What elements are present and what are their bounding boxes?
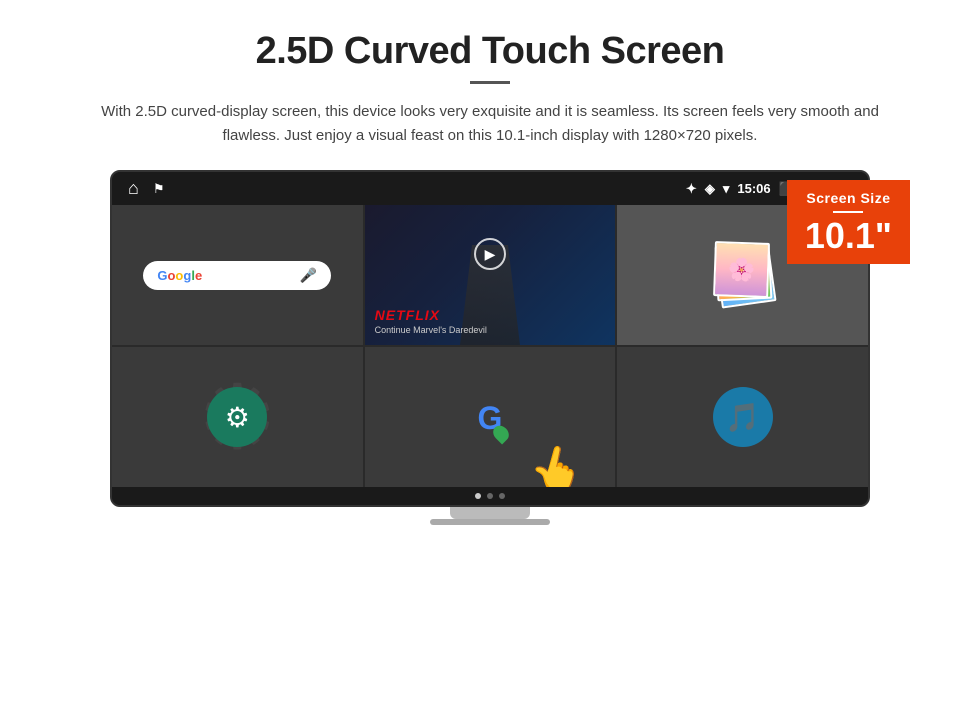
device-frame-wrapper: Screen Size 10.1" ⌂ ⚑ ✦ ◈ ▾ 15:06 ⬛ ◁ ✕ <box>40 170 940 507</box>
netflix-logo: NETFLIX <box>375 307 487 323</box>
page-wrapper: 2.5D Curved Touch Screen With 2.5D curve… <box>0 0 980 545</box>
netflix-info: NETFLIX Continue Marvel's Daredevil <box>375 307 487 335</box>
navigation-dots <box>112 487 868 505</box>
nav-dot-3[interactable] <box>499 493 505 499</box>
photo-card-3: 🌸 <box>713 241 770 298</box>
screen-size-badge: Screen Size 10.1" <box>787 180 910 264</box>
google-app-cell[interactable]: Google 🎤 Google 3 × 1 <box>112 205 363 345</box>
netflix-cell-content: ▶ NETFLIX Continue Marvel's Daredevil <box>365 205 616 345</box>
status-bar-left: ⌂ ⚑ <box>128 178 165 199</box>
hand-pointer-icon: 👆 <box>523 438 591 487</box>
badge-divider <box>833 211 863 213</box>
play-button[interactable]: ▶ <box>474 238 506 270</box>
page-description: With 2.5D curved-display screen, this de… <box>80 100 900 148</box>
settings-cell-content: ⚙ ⚙ <box>112 347 363 487</box>
location-icon: ◈ <box>705 181 715 197</box>
settings-icon: ⚙ <box>207 387 267 447</box>
photo-stack: 🌸 <box>708 240 778 310</box>
device-frame: ⌂ ⚑ ✦ ◈ ▾ 15:06 ⬛ ◁ ✕ ▭ <box>110 170 870 507</box>
device-base <box>430 519 550 525</box>
mic-icon[interactable]: 🎤 <box>300 267 317 284</box>
usb-icon: ⚑ <box>153 181 165 197</box>
nav-dot-1[interactable] <box>475 493 481 499</box>
settings-app-cell[interactable]: ⚙ ⚙ Settings shortcut 1 × 1 <box>112 347 363 487</box>
time-display: 15:06 <box>737 181 770 196</box>
status-bar: ⌂ ⚑ ✦ ◈ ▾ 15:06 ⬛ ◁ ✕ ▭ <box>112 172 868 205</box>
sound-search-content: 🎵 <box>617 347 868 487</box>
app-grid-area: Google 🎤 Google 3 × 1 ▶ <box>112 205 868 487</box>
share-location-cell[interactable]: G 👆 Share location 1 × 1 <box>365 347 616 487</box>
google-search-bar[interactable]: Google 🎤 <box>143 261 331 290</box>
netflix-subtitle: Continue Marvel's Daredevil <box>375 325 487 335</box>
home-icon[interactable]: ⌂ <box>128 178 139 199</box>
nav-dot-2[interactable] <box>487 493 493 499</box>
share-location-icon: G <box>460 387 520 447</box>
share-location-content: G 👆 <box>365 347 616 487</box>
google-cell-content: Google 🎤 <box>112 205 363 345</box>
wifi-icon: ▾ <box>723 181 730 197</box>
google-logo: Google <box>157 268 202 283</box>
page-title: 2.5D Curved Touch Screen <box>40 30 940 73</box>
sound-search-icon: 🎵 <box>713 387 773 447</box>
device-stand <box>450 507 530 519</box>
title-divider <box>470 81 510 84</box>
bluetooth-icon: ✦ <box>686 181 697 197</box>
sound-search-cell[interactable]: 🎵 Sound Search 1 × 1 <box>617 347 868 487</box>
badge-title-text: Screen Size <box>805 190 892 206</box>
badge-size-value: 10.1" <box>805 218 892 254</box>
netflix-app-cell[interactable]: ▶ NETFLIX Continue Marvel's Daredevil Ne… <box>365 205 616 345</box>
